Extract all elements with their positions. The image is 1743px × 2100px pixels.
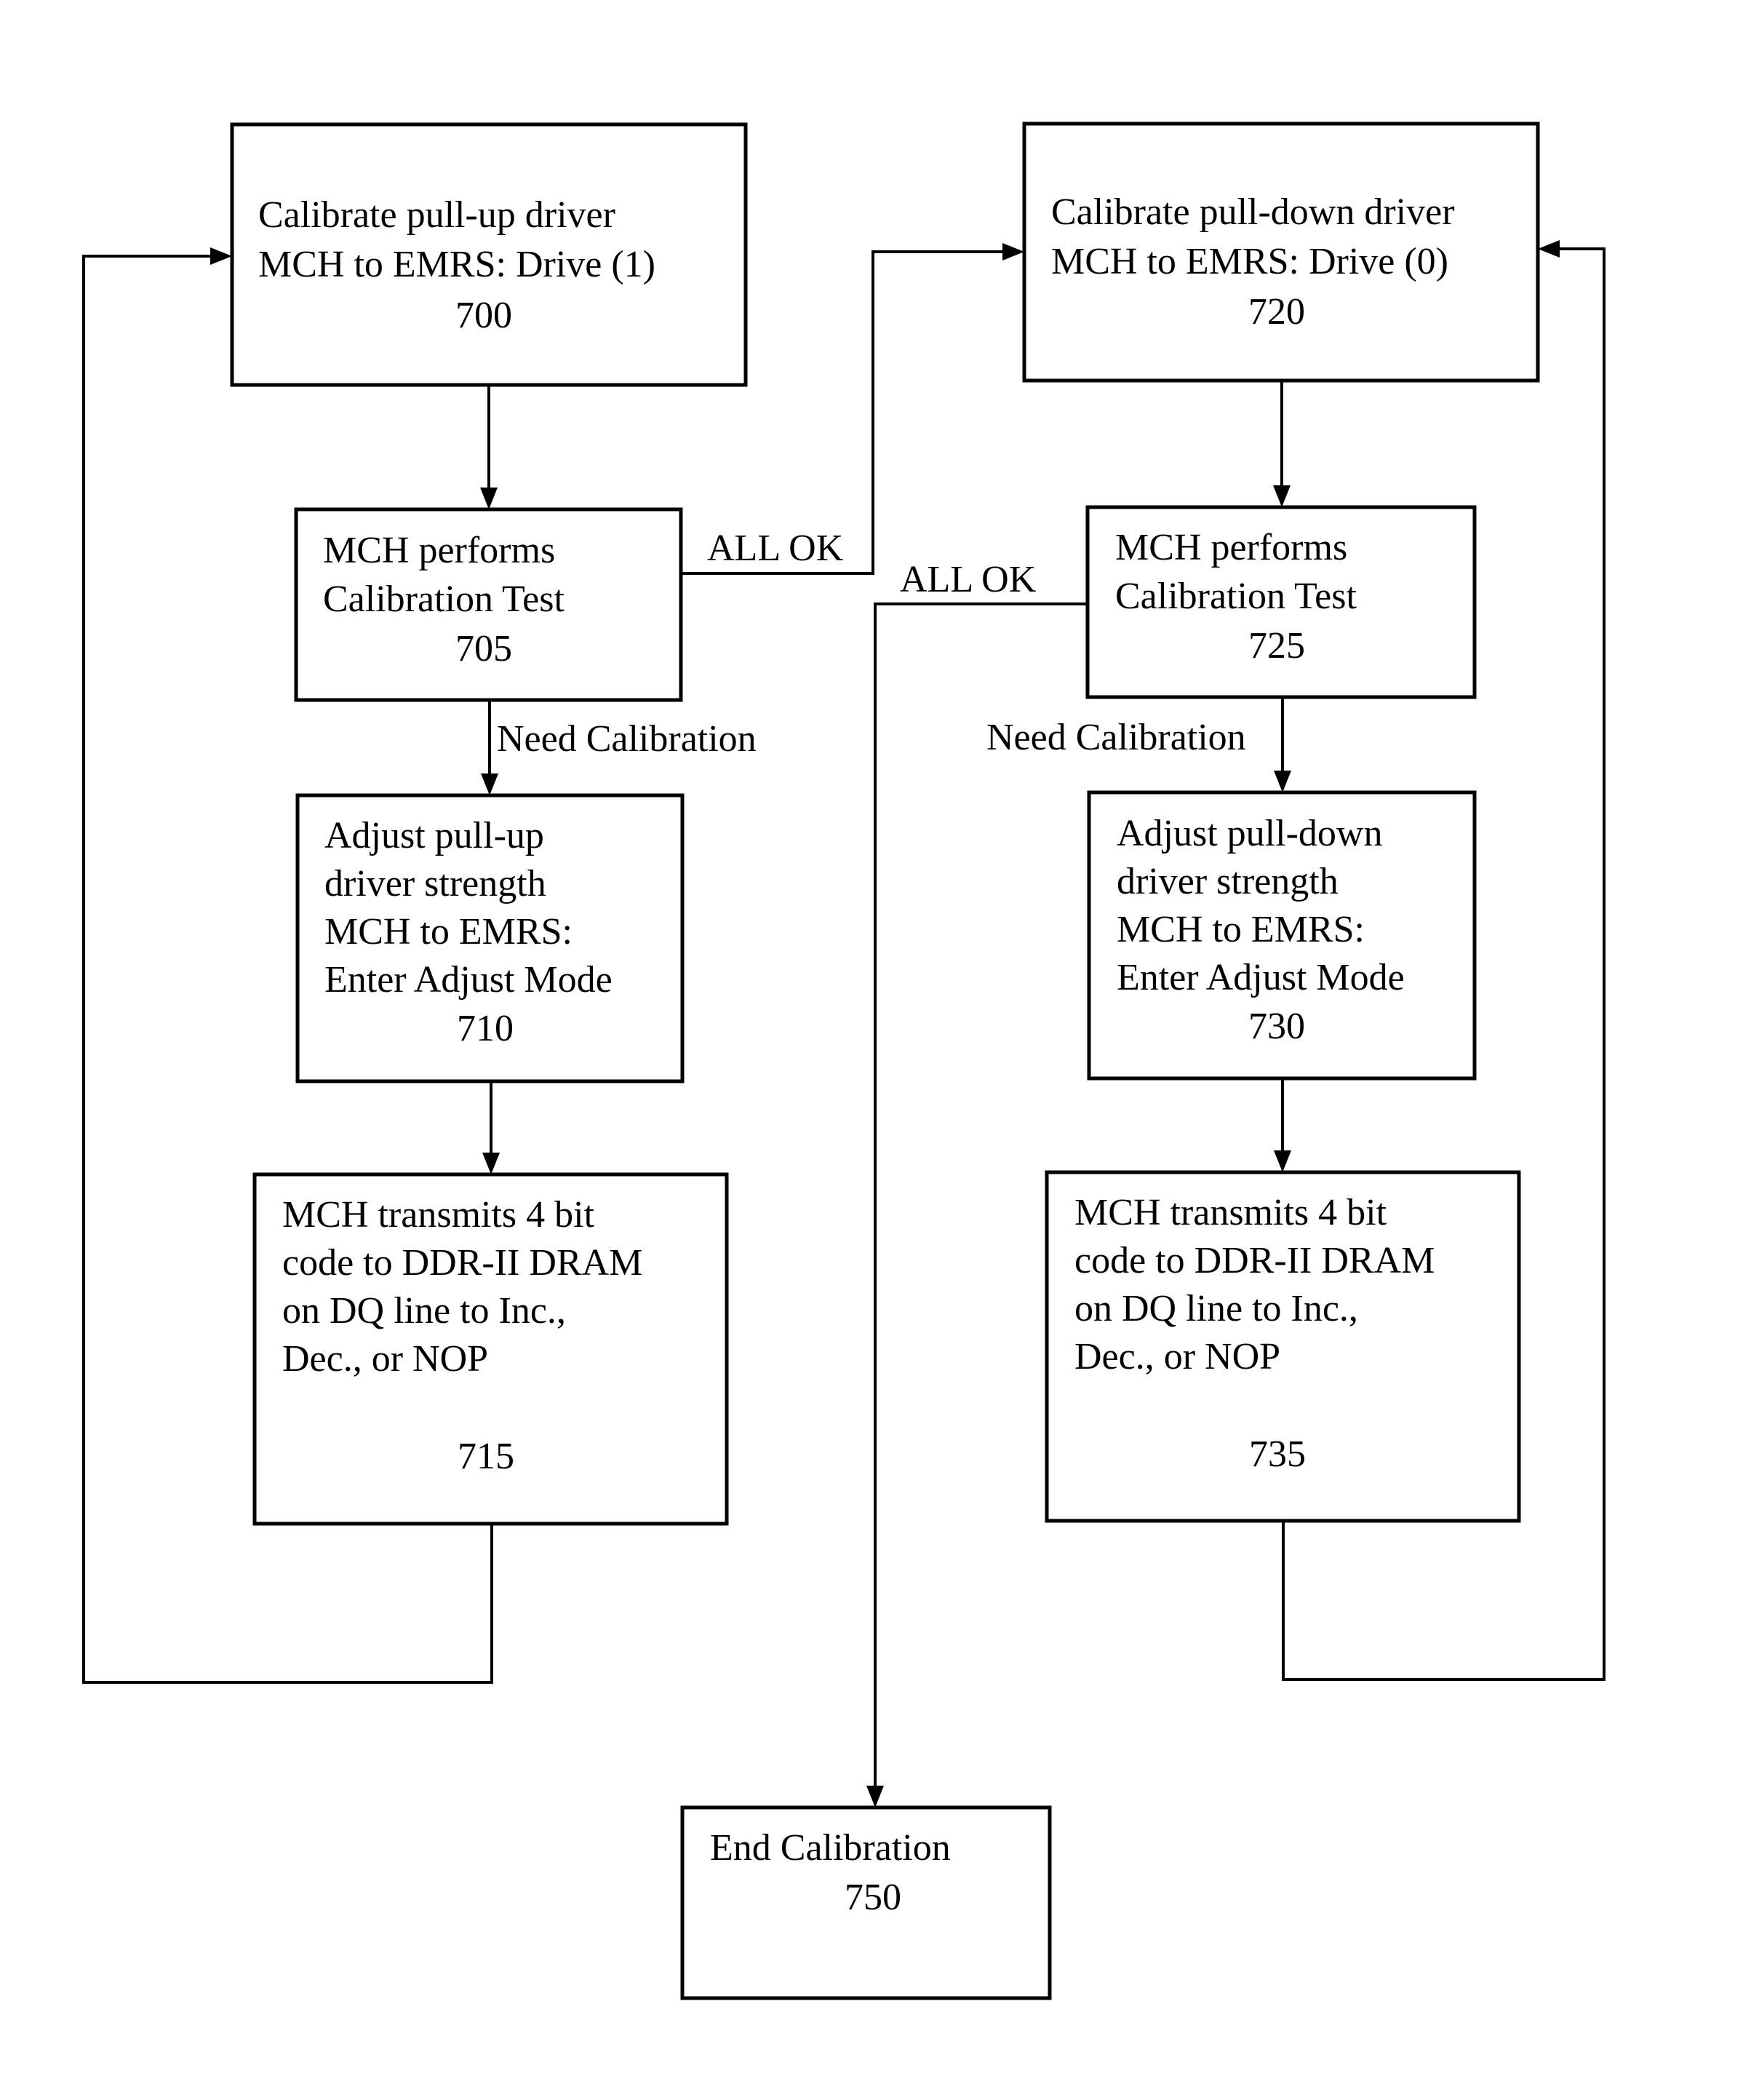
node-705: MCH performs Calibration Test 705 xyxy=(294,507,683,702)
node-735-line-2: code to DDR-II DRAM xyxy=(1074,1240,1435,1281)
node-735-line-3: on DQ line to Inc., xyxy=(1074,1288,1358,1329)
node-750-line-1: End Calibration xyxy=(710,1827,951,1869)
node-715-line-4: Dec., or NOP xyxy=(282,1338,488,1380)
node-730: Adjust pull-down driver strength MCH to … xyxy=(1087,790,1477,1081)
node-710-ref: 710 xyxy=(457,1008,514,1049)
node-735-line-4: Dec., or NOP xyxy=(1074,1336,1280,1377)
node-735: MCH transmits 4 bit code to DDR-II DRAM … xyxy=(1045,1170,1521,1523)
arrowhead xyxy=(1274,1150,1291,1172)
node-725-line-1: MCH performs xyxy=(1115,527,1347,568)
arrowhead xyxy=(1002,243,1024,260)
arrowhead xyxy=(866,1786,884,1807)
node-720-line-1: Calibrate pull-down driver xyxy=(1051,191,1455,233)
node-725-ref: 725 xyxy=(1248,625,1305,667)
node-730-line-4: Enter Adjust Mode xyxy=(1117,957,1405,998)
node-700-line-2: MCH to EMRS: Drive (1) xyxy=(258,244,655,285)
arrowhead xyxy=(480,488,498,509)
arrowhead xyxy=(482,1153,500,1174)
node-700-line-1: Calibrate pull-up driver xyxy=(258,194,615,236)
arrowhead xyxy=(210,247,232,265)
node-710-line-3: MCH to EMRS: xyxy=(324,911,573,952)
arrowhead xyxy=(1274,771,1291,792)
node-730-line-3: MCH to EMRS: xyxy=(1117,909,1365,950)
node-700: Calibrate pull-up driver MCH to EMRS: Dr… xyxy=(230,122,748,387)
node-735-line-1: MCH transmits 4 bit xyxy=(1074,1192,1387,1233)
node-730-ref: 730 xyxy=(1248,1006,1305,1047)
node-705-line-1: MCH performs xyxy=(323,530,555,571)
node-715-ref: 715 xyxy=(458,1436,514,1477)
node-715-line-2: code to DDR-II DRAM xyxy=(282,1242,642,1284)
node-750: End Calibration 750 xyxy=(680,1805,1052,2000)
node-710-line-1: Adjust pull-up xyxy=(324,815,544,856)
arrowhead xyxy=(1538,240,1560,258)
node-725: MCH performs Calibration Test 725 xyxy=(1085,505,1477,699)
node-750-ref: 750 xyxy=(845,1877,901,1918)
flowchart: ALL OK ALL OK Need Calibration Need Cali… xyxy=(82,122,1606,2000)
node-730-line-1: Adjust pull-down xyxy=(1117,813,1382,854)
node-710-line-4: Enter Adjust Mode xyxy=(324,959,613,1001)
edge-label-all-ok-left: ALL OK xyxy=(707,528,844,569)
edge-label-all-ok-right: ALL OK xyxy=(900,559,1037,600)
node-710-line-2: driver strength xyxy=(324,863,546,904)
node-735-ref: 735 xyxy=(1249,1433,1306,1475)
edge-label-need-calibration-left: Need Calibration xyxy=(497,718,757,760)
node-715-line-1: MCH transmits 4 bit xyxy=(282,1194,595,1236)
node-710: Adjust pull-up driver strength MCH to EM… xyxy=(295,793,685,1083)
node-700-ref: 700 xyxy=(455,295,512,336)
arrowhead xyxy=(1273,485,1291,507)
node-730-line-2: driver strength xyxy=(1117,861,1339,902)
node-705-line-2: Calibration Test xyxy=(323,578,565,620)
node-715-line-3: on DQ line to Inc., xyxy=(282,1290,566,1332)
node-715: MCH transmits 4 bit code to DDR-II DRAM … xyxy=(252,1172,729,1526)
node-725-line-2: Calibration Test xyxy=(1115,576,1357,617)
node-720: Calibrate pull-down driver MCH to EMRS: … xyxy=(1022,122,1540,383)
node-720-line-2: MCH to EMRS: Drive (0) xyxy=(1051,241,1448,282)
node-720-ref: 720 xyxy=(1248,291,1305,333)
edge-label-need-calibration-right: Need Calibration xyxy=(986,717,1246,758)
node-705-ref: 705 xyxy=(455,628,512,669)
arrowhead xyxy=(481,773,498,795)
